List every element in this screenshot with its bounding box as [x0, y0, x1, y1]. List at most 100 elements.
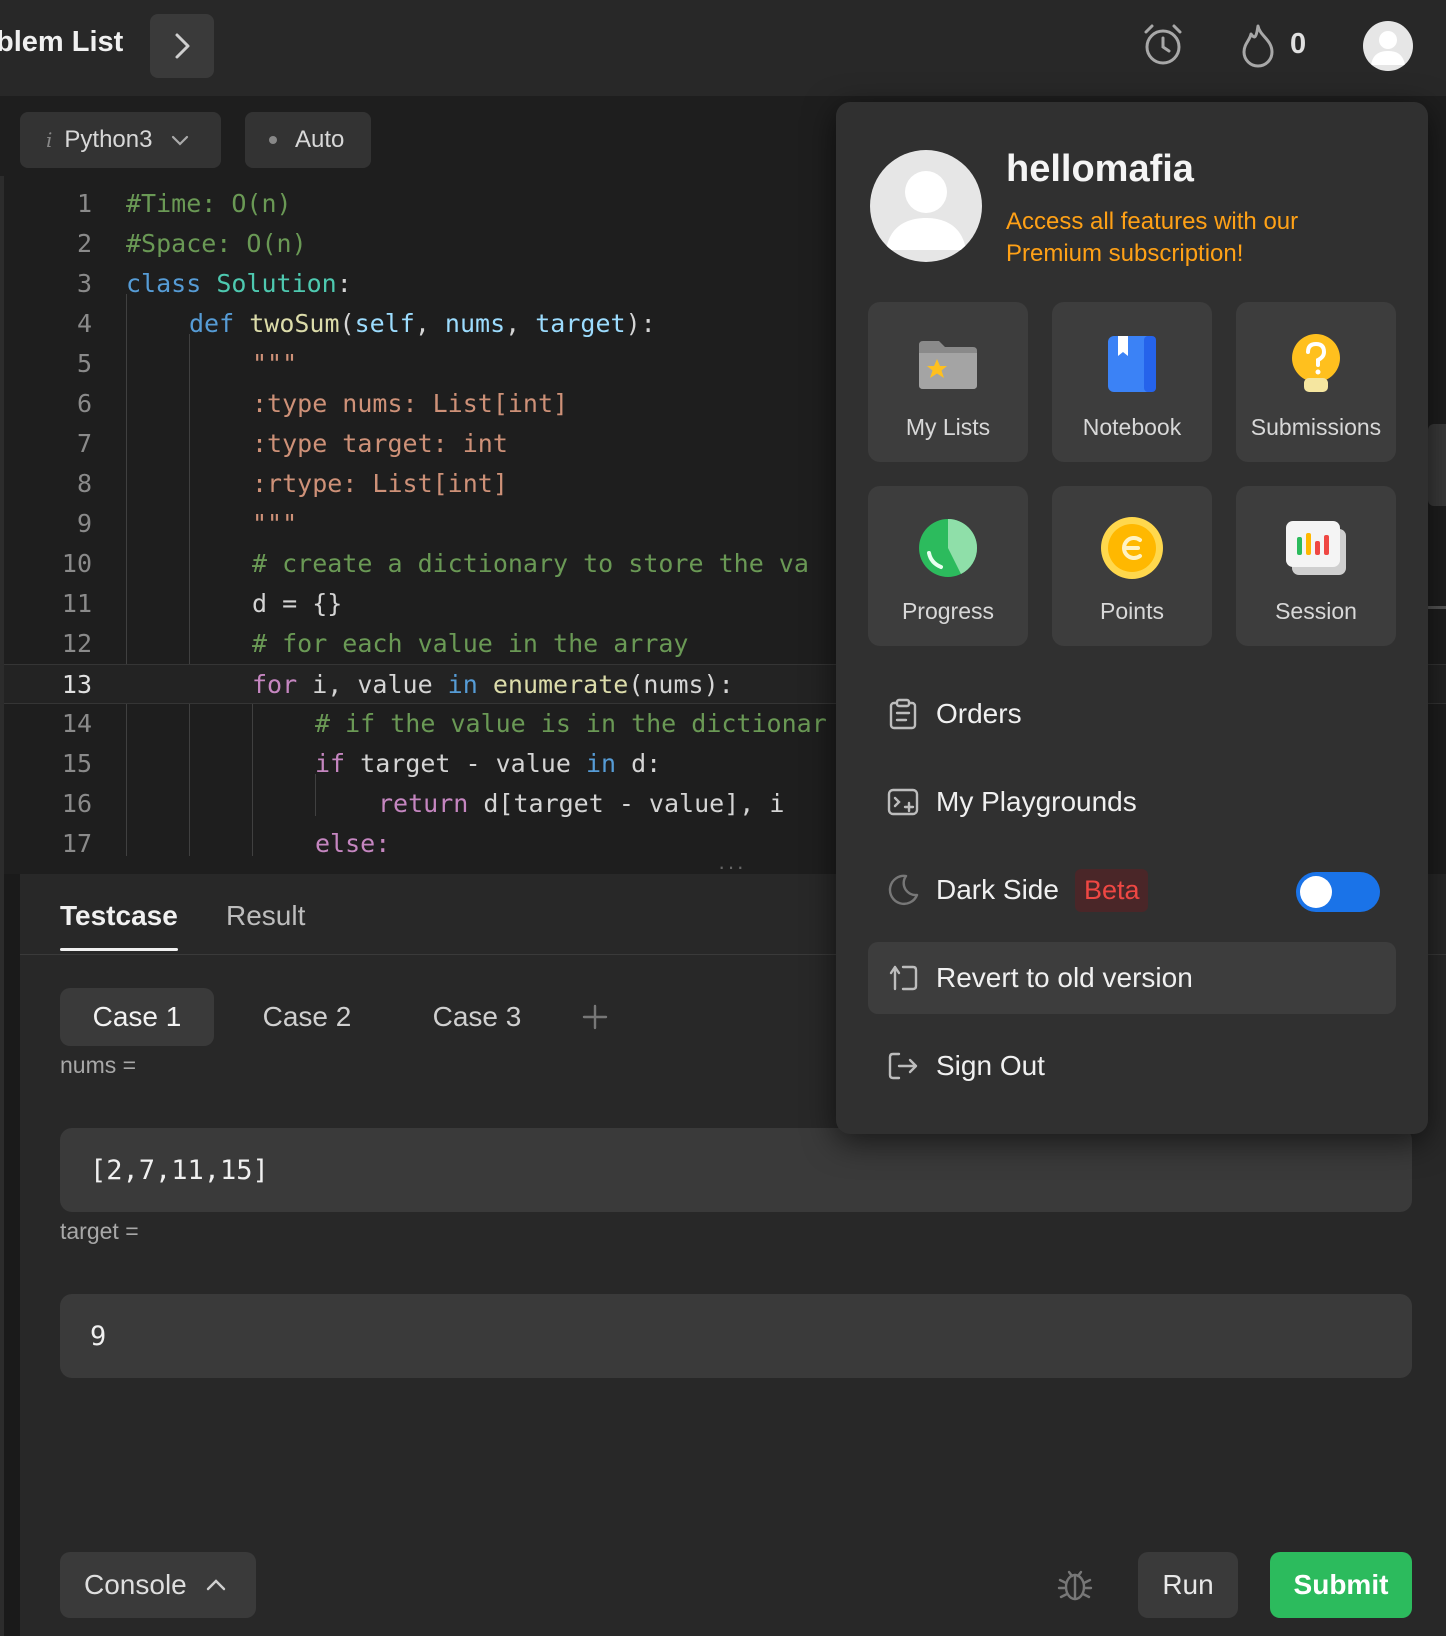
coin-icon	[1100, 516, 1164, 580]
code-text: #Space: O(n)	[126, 229, 307, 258]
menu-item-label: Sign Out	[936, 1050, 1045, 1081]
profile-avatar[interactable]	[870, 150, 982, 262]
nums-label: nums =	[60, 1052, 137, 1078]
tab-testcase[interactable]: Testcase	[60, 900, 178, 932]
target-label: target =	[60, 1218, 139, 1244]
line-number: 12	[61, 629, 92, 658]
tile-label: Points	[1100, 598, 1164, 624]
tile-points[interactable]: Points	[1052, 486, 1212, 646]
case-3-button[interactable]: Case 3	[400, 988, 554, 1046]
code-keyword: def	[189, 309, 235, 338]
line-number: 3	[76, 269, 92, 298]
case-2-button[interactable]: Case 2	[230, 988, 384, 1046]
chevron-up-icon	[206, 1579, 225, 1591]
beta-badge: Beta	[1074, 868, 1149, 912]
menu-item-revert[interactable]: Revert to old version	[868, 942, 1396, 1014]
code-keyword: in	[447, 670, 478, 699]
user-avatar-button[interactable]	[1363, 21, 1413, 71]
streak-flame-icon[interactable]	[1238, 22, 1278, 68]
line-number: 13	[61, 670, 92, 699]
console-button[interactable]: Console	[60, 1552, 256, 1618]
username[interactable]: hellomafia	[1006, 148, 1194, 191]
side-panel-handle[interactable]	[1428, 424, 1446, 506]
code-function-name: enumerate	[492, 670, 629, 699]
folder-star-icon	[916, 332, 980, 396]
toggle-knob	[1300, 876, 1332, 908]
case-1-button[interactable]: Case 1	[60, 988, 214, 1046]
next-problem-button[interactable]	[150, 14, 214, 78]
menu-item-label: My Playgrounds	[936, 786, 1137, 817]
line-number: 7	[76, 429, 92, 458]
tab-result[interactable]: Result	[226, 900, 305, 932]
notebook-icon	[1100, 332, 1164, 396]
tile-label: Notebook	[1082, 414, 1182, 440]
line-number: 2	[76, 229, 92, 258]
auto-mode-button[interactable]: Auto	[245, 112, 371, 168]
code-text: d[target - value], i	[468, 789, 785, 818]
dark-side-toggle[interactable]	[1296, 872, 1380, 912]
code-text: # if the value is in the dictionar	[315, 709, 827, 738]
code-text: """	[252, 349, 298, 378]
code-param: self	[354, 309, 415, 338]
tile-notebook[interactable]: Notebook	[1052, 302, 1212, 462]
code-function-name: twoSum	[249, 309, 340, 338]
chevron-down-icon	[172, 135, 189, 146]
tile-label: My Lists	[905, 414, 991, 440]
info-icon: i	[46, 128, 53, 152]
language-select[interactable]: i Python3	[20, 112, 221, 168]
menu-item-sign-out[interactable]: Sign Out	[868, 1030, 1396, 1102]
problem-list-link[interactable]: blem List	[0, 26, 123, 59]
line-number: 4	[76, 309, 92, 338]
code-text: else:	[315, 829, 391, 856]
user-menu-dropdown: hellomafia Access all features with our …	[836, 102, 1428, 1134]
code-text: ):	[625, 309, 656, 338]
chevron-right-icon	[175, 33, 190, 59]
lightbulb-icon	[1284, 332, 1348, 396]
submit-button[interactable]: Submit	[1270, 1552, 1412, 1618]
tile-session[interactable]: Session	[1236, 486, 1396, 646]
line-number: 14	[61, 709, 92, 738]
line-number: 15	[61, 749, 92, 778]
code-keyword: return	[378, 789, 469, 818]
code-param: nums	[444, 309, 506, 338]
tile-progress[interactable]: Progress	[868, 486, 1028, 646]
status-dot-icon	[269, 136, 277, 144]
tile-label: Submissions	[1250, 414, 1382, 440]
menu-item-my-playgrounds[interactable]: My Playgrounds	[868, 766, 1396, 838]
line-number: 10	[61, 549, 92, 578]
alarm-clock-icon[interactable]	[1140, 22, 1186, 68]
menu-item-label: Orders	[936, 698, 1022, 729]
premium-promo-link[interactable]: Access all features with our Premium sub…	[1006, 206, 1366, 270]
nums-input[interactable]: [2,7,11,15]	[60, 1128, 1412, 1212]
menu-item-dark-side: Dark Side Beta	[868, 854, 1396, 926]
run-button[interactable]: Run	[1138, 1552, 1238, 1618]
add-case-button[interactable]	[568, 988, 622, 1046]
line-number: 9	[76, 509, 92, 538]
code-text: #Time: O(n)	[126, 189, 292, 218]
line-number: 11	[61, 589, 92, 618]
code-text: target - value	[345, 749, 586, 778]
revert-icon	[886, 961, 920, 995]
tile-my-lists[interactable]: My Lists	[868, 302, 1028, 462]
target-input[interactable]: 9	[60, 1294, 1412, 1378]
line-number: 8	[76, 469, 92, 498]
menu-item-label: Dark Side	[936, 874, 1059, 905]
code-text: :rtype: List[int]	[252, 469, 508, 498]
line-number: 16	[61, 789, 92, 818]
code-class-name: Solution	[216, 269, 337, 298]
code-keyword: for	[252, 670, 298, 699]
code-text: d:	[616, 749, 662, 778]
streak-count: 0	[1290, 28, 1307, 60]
code-param: target	[535, 309, 626, 338]
tile-label: Session	[1275, 598, 1357, 624]
code-text: d = {}	[252, 589, 343, 618]
code-keyword: class	[126, 269, 202, 298]
code-text: # for each value in the array	[252, 629, 689, 658]
code-text: :type nums: List[int]	[252, 389, 569, 418]
tile-submissions[interactable]: Submissions	[1236, 302, 1396, 462]
bug-icon[interactable]	[1056, 1566, 1094, 1609]
code-text: i, value	[297, 670, 448, 699]
code-keyword: in	[585, 749, 617, 778]
menu-item-orders[interactable]: Orders	[868, 678, 1396, 750]
bar-chart-icon	[1284, 516, 1348, 580]
